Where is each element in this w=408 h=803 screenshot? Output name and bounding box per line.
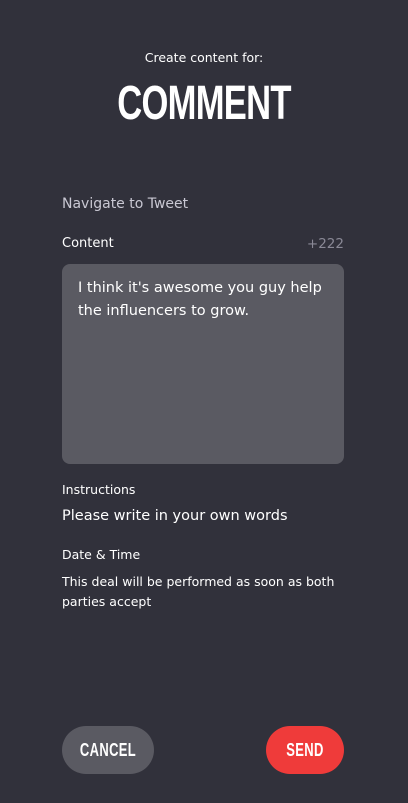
character-count: +222 [306, 236, 344, 252]
send-button[interactable]: SEND [266, 726, 344, 774]
content-label: Content [62, 236, 114, 251]
header-subtitle: Create content for: [144, 50, 264, 65]
page-title: COMMENT [117, 77, 291, 130]
send-button-label: SEND [286, 739, 324, 760]
cancel-button[interactable]: CANCEL [62, 726, 154, 774]
cancel-button-label: CANCEL [79, 739, 137, 760]
instructions-label: Instructions [62, 482, 136, 497]
navigate-to-tweet-link[interactable]: Navigate to Tweet [62, 196, 188, 212]
date-time-label: Date & Time [62, 547, 141, 562]
instructions-text: Please write in your own words [62, 508, 288, 524]
content-textarea[interactable]: I think it's awesome you guy help the in… [62, 264, 344, 464]
date-time-text: This deal will be performed as soon as b… [62, 574, 335, 609]
